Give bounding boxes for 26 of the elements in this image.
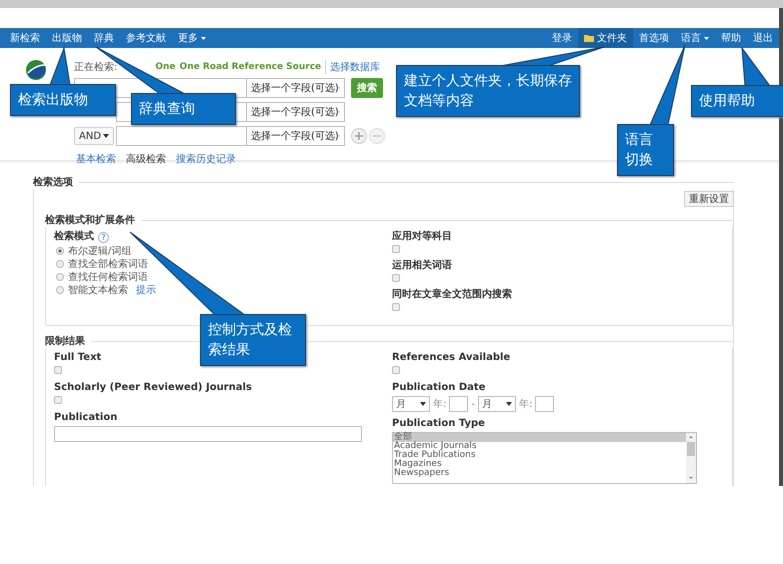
year-label: 年: bbox=[433, 398, 446, 411]
field-label: Scholarly (Peer Reviewed) Journals bbox=[54, 382, 253, 394]
field-label: Publication Date bbox=[392, 382, 486, 394]
annotation-tooltip: 辞典查询 bbox=[131, 93, 236, 125]
radio-label: 查找全部检索词语 bbox=[68, 258, 148, 270]
field-label: 同时在文章全文范围内搜索 bbox=[392, 289, 513, 301]
section-title: 检索选项 bbox=[33, 176, 73, 189]
section-title: 限制结果 bbox=[45, 334, 85, 348]
annotation-tooltip: 控制方式及检索结果 bbox=[200, 314, 306, 366]
database-name: One Road Reference Source bbox=[180, 62, 322, 72]
field-label: 应用对等科目 bbox=[392, 231, 453, 243]
radio-label: 智能文本检索 bbox=[68, 284, 128, 296]
field-label: 检索模式 bbox=[54, 231, 94, 243]
field-label: Publication bbox=[54, 412, 118, 424]
field-label: 运用相关词语 bbox=[392, 260, 453, 272]
radio-label: 查找任何检索词语 bbox=[68, 270, 148, 284]
year-label: 年: bbox=[518, 398, 532, 411]
section-title: 检索模式和扩展条件 bbox=[45, 213, 135, 227]
radio-label: 布尔逻辑/词组 bbox=[68, 244, 132, 258]
annotation-tooltip: 语言切换 bbox=[617, 124, 674, 176]
field-label: Publication Type bbox=[392, 418, 486, 430]
field-label: References Available bbox=[392, 352, 512, 364]
searching-label: 正在检索: bbox=[74, 60, 118, 74]
date-separator: - bbox=[471, 398, 475, 410]
database-name: One bbox=[155, 62, 176, 72]
field-label: Full Text bbox=[54, 352, 102, 364]
